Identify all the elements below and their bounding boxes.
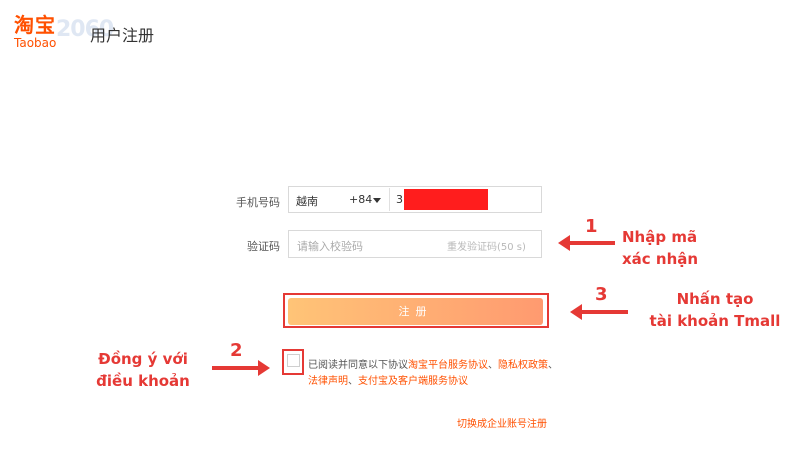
annotation-2-line1: Đồng ý với (98, 350, 188, 368)
code-label: 验证码 (247, 240, 280, 253)
link-alipay-agreement[interactable]: 支付宝及客户端服务协议 (358, 376, 468, 387)
separator: 、 (488, 360, 498, 371)
annotation-number-3: 3 (595, 284, 608, 305)
annotation-text-3: Nhấn tạo tài khoản Tmall (645, 288, 785, 332)
annotation-text-2: Đồng ý với điều khoản (88, 348, 198, 392)
arrow-1-shaft (570, 241, 615, 245)
annotation-number-2: 2 (230, 340, 243, 361)
taobao-logo-en: Taobao (14, 36, 57, 50)
enterprise-register-link[interactable]: 切换成企业账号注册 (457, 415, 547, 430)
annotation-3-line2: tài khoản Tmall (649, 312, 781, 330)
separator: 、 (548, 360, 558, 371)
page-title: 用户注册 (90, 26, 155, 45)
separator: 、 (348, 376, 358, 387)
country-select[interactable]: 越南 (296, 193, 318, 209)
annotation-2-line2: điều khoản (96, 372, 190, 390)
code-input-placeholder[interactable]: 请输入校验码 (297, 238, 363, 254)
annotation-text-1: Nhập mã xác nhận (622, 226, 712, 270)
agree-checkbox[interactable] (287, 354, 300, 367)
agreement-prefix: 已阅读并同意以下协议 (308, 360, 408, 371)
annotation-1-line1: Nhập mã (622, 228, 698, 246)
arrow-left-icon (558, 235, 570, 251)
arrow-2-shaft (212, 366, 258, 370)
resend-code-button[interactable]: 重发验证码(50 s) (447, 238, 526, 253)
agreement-text: 已阅读并同意以下协议淘宝平台服务协议、隐私权政策、法律声明、支付宝及客户端服务协… (308, 358, 558, 390)
annotation-number-1: 1 (585, 216, 598, 237)
arrow-left-icon (570, 304, 582, 320)
link-privacy-policy[interactable]: 隐私权政策 (498, 360, 548, 371)
chevron-down-icon[interactable] (373, 198, 381, 203)
redaction-bar (404, 189, 488, 210)
link-platform-agreement[interactable]: 淘宝平台服务协议 (408, 360, 488, 371)
phone-label: 手机号码 (236, 196, 280, 209)
taobao-logo-cn: 淘宝 (14, 13, 56, 37)
register-button[interactable]: 注册 (288, 298, 543, 325)
annotation-3-line1: Nhấn tạo (676, 290, 754, 308)
country-code[interactable]: +84 (349, 193, 372, 206)
arrow-right-icon (258, 360, 270, 376)
field-divider (389, 188, 390, 211)
phone-input[interactable]: 3 (396, 193, 403, 206)
arrow-3-shaft (582, 310, 628, 314)
link-legal-statement[interactable]: 法律声明 (308, 376, 348, 387)
annotation-1-line2: xác nhận (622, 250, 699, 268)
